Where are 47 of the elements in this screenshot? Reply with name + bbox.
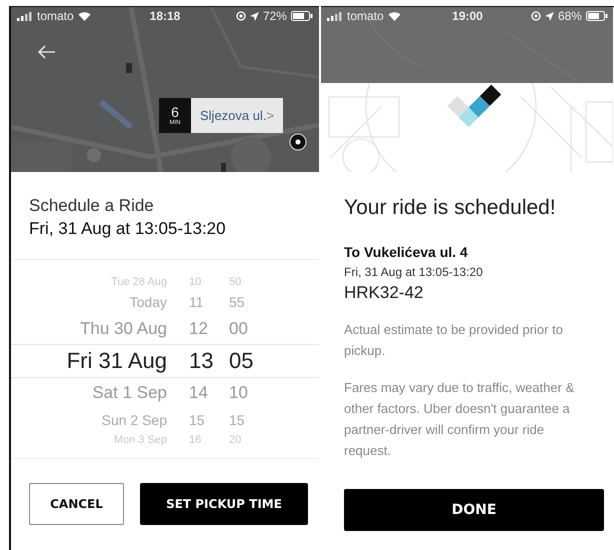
signal-icon <box>17 12 33 20</box>
picker-minute[interactable]: 05 <box>221 348 271 374</box>
picker-day[interactable]: Sat 1 Sep <box>11 383 181 403</box>
pickup-time: Fri, 31 Aug at 13:05-13:20 <box>344 265 484 279</box>
picker-minute[interactable]: 10 <box>221 383 271 403</box>
battery-percent: 72% <box>262 9 287 23</box>
picker-minute[interactable]: 55 <box>221 294 271 310</box>
pin-icon <box>289 133 307 151</box>
picker-minute[interactable]: 00 <box>221 319 271 339</box>
status-time: 18:18 <box>150 9 180 23</box>
signal-icon <box>327 12 343 20</box>
picker-hour[interactable]: 12 <box>181 319 221 339</box>
destination: To Vukelićeva ul. 4 <box>344 244 469 260</box>
action-button[interactable]: DONE <box>344 489 604 531</box>
battery-percent: 68% <box>558 9 582 23</box>
back-icon <box>38 45 56 59</box>
battery-icon <box>290 11 313 21</box>
cancel-button[interactable]: CANCEL <box>29 483 124 525</box>
battery-icon <box>586 11 608 21</box>
location-arrow-icon <box>250 12 259 20</box>
note-text: Actual estimate to be provided prior to pickup. <box>344 321 564 360</box>
status-time: 19:00 <box>452 9 483 23</box>
carrier-name: tomato <box>347 9 384 23</box>
action-button[interactable]: SET PICKUP TIME <box>140 483 308 525</box>
picker-hour[interactable]: 11 <box>181 294 221 310</box>
picker-hour[interactable]: 14 <box>181 383 221 403</box>
eta-minutes: 6 <box>171 105 179 120</box>
picker-day[interactable]: Today <box>11 294 181 310</box>
picker-day[interactable]: Thu 30 Aug <box>11 319 181 339</box>
rotation-lock-icon <box>236 11 246 21</box>
picker-day[interactable]: Sun 2 Sep <box>11 412 181 428</box>
picker-minute[interactable]: 15 <box>221 412 271 428</box>
carrier-name: tomato <box>37 9 74 23</box>
chevron-icon: > <box>266 108 274 123</box>
pickup-location[interactable]: Sljezova ul.> <box>191 98 284 133</box>
wifi-icon <box>388 11 401 21</box>
confirmation-heading: Your ride is scheduled! <box>344 196 557 220</box>
note-text: Fares may vary due to traffic, weather & other factors. Uber doesn't guarantee a partner-driver will confirm your ride request. <box>344 379 576 460</box>
wifi-icon <box>78 11 91 21</box>
picker-day[interactable]: Fri 31 Aug <box>11 348 181 374</box>
picker-hour[interactable]: 13 <box>181 348 221 374</box>
fare-estimate: HRK32-42 <box>344 283 424 303</box>
location-arrow-icon <box>544 12 554 20</box>
selected-time: Fri, 31 Aug at 13:05-13:20 <box>28 218 227 239</box>
sheet-title: Schedule a Ride <box>28 195 155 216</box>
picker-hour[interactable]: 15 <box>181 412 221 428</box>
rotation-lock-icon <box>530 11 541 21</box>
